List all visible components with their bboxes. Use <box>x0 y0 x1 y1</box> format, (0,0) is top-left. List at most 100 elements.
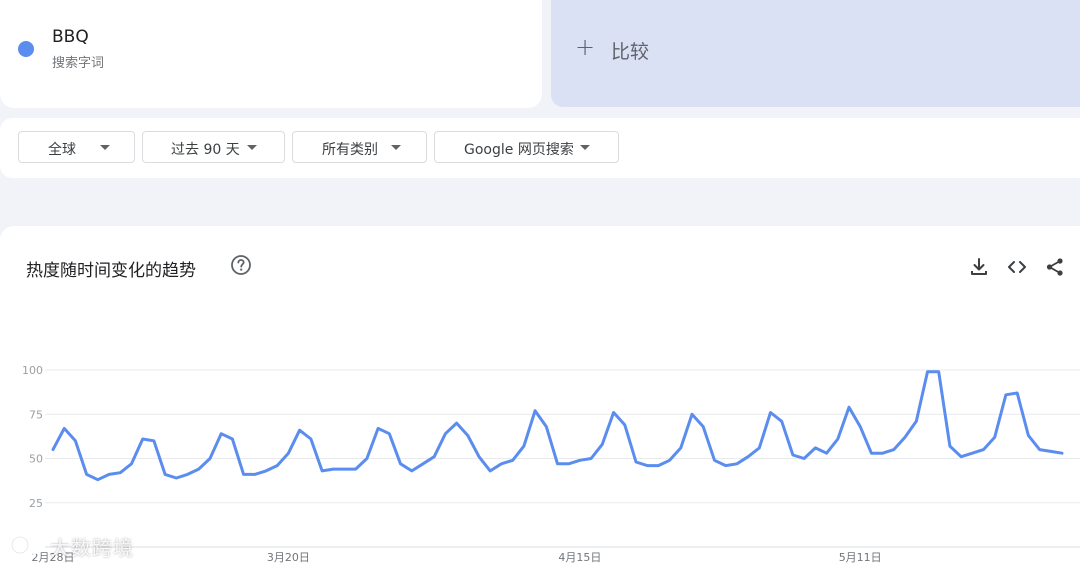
data-point[interactable] <box>61 425 67 431</box>
data-point[interactable] <box>229 436 235 442</box>
data-point[interactable] <box>442 431 448 437</box>
data-point[interactable] <box>835 436 841 442</box>
data-point[interactable] <box>409 468 415 474</box>
data-point[interactable] <box>263 468 269 474</box>
data-point[interactable] <box>734 461 740 467</box>
data-point[interactable] <box>498 461 504 467</box>
data-point[interactable] <box>644 463 650 469</box>
data-point[interactable] <box>936 369 942 375</box>
data-point[interactable] <box>364 456 370 462</box>
data-point[interactable] <box>196 466 202 472</box>
filter-category-dropdown[interactable]: 所有类别 <box>292 131 427 163</box>
data-point[interactable] <box>319 468 325 474</box>
data-point[interactable] <box>801 456 807 462</box>
data-point[interactable] <box>173 475 179 481</box>
filter-category-label: 所有类别 <box>322 142 378 158</box>
data-point[interactable] <box>1059 450 1065 456</box>
data-point[interactable] <box>95 477 101 483</box>
data-point[interactable] <box>330 466 336 472</box>
data-point[interactable] <box>913 418 919 424</box>
data-point[interactable] <box>476 454 482 460</box>
data-point[interactable] <box>958 454 964 460</box>
data-point[interactable] <box>924 369 930 375</box>
data-point[interactable] <box>622 422 628 428</box>
data-point[interactable] <box>140 436 146 442</box>
data-point[interactable] <box>947 443 953 449</box>
data-point[interactable] <box>868 450 874 456</box>
data-point[interactable] <box>1003 392 1009 398</box>
data-point[interactable] <box>745 454 751 460</box>
data-point[interactable] <box>756 445 762 451</box>
data-point[interactable] <box>599 441 605 447</box>
data-point[interactable] <box>375 425 381 431</box>
data-point[interactable] <box>611 409 617 415</box>
data-point[interactable] <box>700 424 706 430</box>
data-point[interactable] <box>454 420 460 426</box>
data-point[interactable] <box>555 461 561 467</box>
filter-time-dropdown[interactable]: 过去 90 天 <box>142 131 285 163</box>
data-point[interactable] <box>341 466 347 472</box>
data-point[interactable] <box>992 434 998 440</box>
data-point[interactable] <box>880 450 886 456</box>
data-point[interactable] <box>588 456 594 462</box>
data-point[interactable] <box>981 447 987 453</box>
data-point[interactable] <box>128 461 134 467</box>
data-point[interactable] <box>285 450 291 456</box>
data-point[interactable] <box>72 438 78 444</box>
data-point[interactable] <box>386 431 392 437</box>
data-point[interactable] <box>274 463 280 469</box>
data-point[interactable] <box>667 457 673 463</box>
data-point[interactable] <box>678 445 684 451</box>
data-point[interactable] <box>297 427 303 433</box>
data-point[interactable] <box>846 404 852 410</box>
data-point[interactable] <box>106 471 112 477</box>
data-point[interactable] <box>431 454 437 460</box>
data-point[interactable] <box>891 447 897 453</box>
data-point[interactable] <box>902 434 908 440</box>
data-point[interactable] <box>151 438 157 444</box>
data-point[interactable] <box>824 450 830 456</box>
data-point[interactable] <box>812 445 818 451</box>
data-point[interactable] <box>566 461 572 467</box>
data-point[interactable] <box>543 424 549 430</box>
data-point[interactable] <box>790 452 796 458</box>
data-point[interactable] <box>84 471 90 477</box>
filter-region-dropdown[interactable]: 全球 <box>18 131 135 163</box>
data-point[interactable] <box>117 470 123 476</box>
data-point[interactable] <box>779 418 785 424</box>
chevron-down-icon <box>247 145 257 150</box>
data-point[interactable] <box>857 424 863 430</box>
data-point[interactable] <box>353 466 359 472</box>
data-point[interactable] <box>689 411 695 417</box>
data-point[interactable] <box>1025 432 1031 438</box>
data-point[interactable] <box>1048 448 1054 454</box>
data-point[interactable] <box>1037 447 1043 453</box>
data-point[interactable] <box>162 471 168 477</box>
data-point[interactable] <box>420 461 426 467</box>
data-point[interactable] <box>218 431 224 437</box>
filter-search-type-dropdown[interactable]: Google 网页搜索 <box>434 131 619 163</box>
data-point[interactable] <box>252 471 258 477</box>
watermark-text: 大数跨境 <box>50 536 134 560</box>
data-point[interactable] <box>1014 390 1020 396</box>
data-point[interactable] <box>633 459 639 465</box>
data-point[interactable] <box>510 457 516 463</box>
data-point[interactable] <box>711 457 717 463</box>
data-point[interactable] <box>487 468 493 474</box>
compare-button[interactable]: + 比较 <box>551 0 1080 107</box>
data-point[interactable] <box>655 463 661 469</box>
data-point[interactable] <box>241 471 247 477</box>
data-point[interactable] <box>521 443 527 449</box>
search-term-card[interactable]: BBQ 搜索字词 <box>0 0 542 108</box>
data-point[interactable] <box>768 409 774 415</box>
data-point[interactable] <box>50 447 56 453</box>
data-point[interactable] <box>398 461 404 467</box>
data-point[interactable] <box>308 436 314 442</box>
data-point[interactable] <box>465 432 471 438</box>
data-point[interactable] <box>723 463 729 469</box>
data-point[interactable] <box>577 457 583 463</box>
data-point[interactable] <box>532 408 538 414</box>
data-point[interactable] <box>969 450 975 456</box>
data-point[interactable] <box>207 456 213 462</box>
data-point[interactable] <box>185 471 191 477</box>
